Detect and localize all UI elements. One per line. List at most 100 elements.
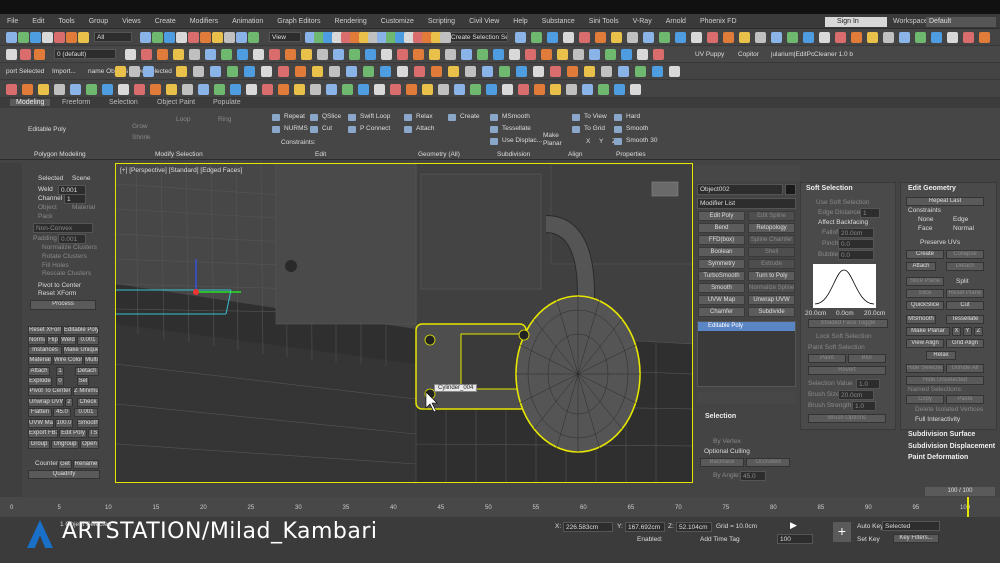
transform-tool-icon[interactable] bbox=[188, 32, 199, 43]
relax-button[interactable]: Relax bbox=[404, 113, 433, 121]
menu-v-ray[interactable]: V-Ray bbox=[626, 18, 659, 25]
blur-button[interactable]: Blur bbox=[848, 354, 886, 363]
mesh-tool-icon[interactable] bbox=[533, 66, 544, 77]
plugin-tool-icon[interactable] bbox=[541, 49, 552, 60]
export-selected-button[interactable]: port Selected bbox=[6, 68, 44, 75]
make-planar-button[interactable]: Make Planar bbox=[543, 132, 565, 148]
plugin-tool-icon[interactable] bbox=[221, 49, 232, 60]
detach-button[interactable]: Detach bbox=[946, 262, 984, 271]
affect-backfacing-checkbox[interactable]: Affect Backfacing bbox=[818, 219, 868, 226]
scene-radio[interactable]: Scene bbox=[72, 175, 90, 182]
object-name-field[interactable]: Object002 bbox=[697, 184, 783, 195]
material-radio[interactable]: Material bbox=[72, 204, 95, 211]
tool-button-reset-xform[interactable]: Reset XForm bbox=[28, 326, 62, 335]
modifier-symmetry-button[interactable]: Symmetry bbox=[698, 259, 745, 269]
render-tool-icon[interactable] bbox=[931, 32, 942, 43]
plugin-tool-icon[interactable] bbox=[141, 49, 152, 60]
jularium-button[interactable]: jularium|EditPc bbox=[771, 51, 814, 58]
tool-button-group[interactable]: Group bbox=[28, 440, 50, 449]
relax-button[interactable]: Relax bbox=[926, 351, 956, 360]
stack-item-editable-poly[interactable]: Editable Poly bbox=[698, 322, 795, 331]
phoenix-tool-icon[interactable] bbox=[374, 84, 385, 95]
planar-x-button[interactable]: X bbox=[952, 327, 961, 336]
by-angle-checkbox[interactable]: By Angle: bbox=[713, 472, 740, 479]
uv-puppy-button[interactable]: UV Puppy bbox=[695, 51, 724, 58]
transform-tool-icon[interactable] bbox=[152, 32, 163, 43]
mesh-tool-icon[interactable] bbox=[465, 66, 476, 77]
modifier-ffd-box--button[interactable]: FFD(box) bbox=[698, 235, 745, 245]
pack-mode-dropdown[interactable]: Non-Convex bbox=[33, 223, 93, 233]
menu-create[interactable]: Create bbox=[148, 18, 183, 25]
tool-button-2[interactable]: 2 bbox=[65, 398, 73, 407]
render-tool-icon[interactable] bbox=[611, 32, 622, 43]
modifier-smooth-button[interactable]: Smooth bbox=[698, 283, 745, 293]
phoenix-tool-icon[interactable] bbox=[518, 84, 529, 95]
render-tool-icon[interactable] bbox=[739, 32, 750, 43]
modifier-normalize-spline-button[interactable]: Normalize Spline bbox=[748, 283, 795, 293]
workspace-select[interactable]: Default bbox=[926, 17, 996, 27]
render-tool-icon[interactable] bbox=[963, 32, 974, 43]
tool-button-ts[interactable]: TS bbox=[88, 429, 99, 438]
sign-in-button[interactable]: Sign In bbox=[825, 17, 887, 27]
reference-coord-dropdown[interactable]: View bbox=[269, 32, 301, 42]
render-tool-icon[interactable] bbox=[819, 32, 830, 43]
plugin-tool-icon[interactable] bbox=[189, 49, 200, 60]
grow-button[interactable]: Grow bbox=[132, 123, 148, 130]
script-tool-icon[interactable] bbox=[143, 66, 154, 77]
modify-selection-group[interactable]: Modify Selection bbox=[155, 151, 203, 158]
main-tool-icon[interactable] bbox=[54, 32, 65, 43]
plugin-tool-icon[interactable] bbox=[637, 49, 648, 60]
menu-civil-view[interactable]: Civil View bbox=[462, 18, 506, 25]
render-tool-icon[interactable] bbox=[707, 32, 718, 43]
phoenix-tool-icon[interactable] bbox=[566, 84, 577, 95]
mesh-tool-icon[interactable] bbox=[397, 66, 408, 77]
timeline[interactable] bbox=[0, 497, 1000, 517]
modifier-extrude-button[interactable]: Extrude bbox=[748, 259, 795, 269]
main-tool-icon[interactable] bbox=[6, 32, 17, 43]
brush-options-button[interactable]: Brush Options bbox=[808, 414, 886, 423]
tool-button-edit-poly[interactable]: Edit Poly bbox=[59, 429, 87, 438]
repeat-button[interactable]: Repeat bbox=[272, 113, 305, 121]
phoenix-tool-icon[interactable] bbox=[486, 84, 497, 95]
transform-tool-icon[interactable] bbox=[164, 32, 175, 43]
mesh-tool-icon[interactable] bbox=[210, 66, 221, 77]
tool-button-weld[interactable]: Weld bbox=[60, 336, 76, 345]
current-frame-field[interactable]: 100 bbox=[777, 534, 813, 544]
quickslice-button[interactable]: QuickSlice bbox=[906, 301, 944, 310]
plugin-tool-icon[interactable] bbox=[525, 49, 536, 60]
modifier-turn-to-poly-button[interactable]: Turn to Poly bbox=[748, 271, 795, 281]
render-tool-icon[interactable] bbox=[979, 32, 990, 43]
z-coord-field[interactable]: 52.104cm bbox=[676, 522, 712, 532]
align-x-button[interactable]: X bbox=[586, 138, 590, 145]
modifier-boolean-button[interactable]: Boolean bbox=[698, 247, 745, 257]
transform-tool-icon[interactable] bbox=[140, 32, 151, 43]
get-button[interactable]: Get bbox=[58, 460, 72, 469]
playback-controls[interactable]: ▶ bbox=[740, 520, 830, 532]
mesh-tool-icon[interactable] bbox=[363, 66, 374, 77]
padding-field[interactable]: 0.001 bbox=[58, 234, 86, 244]
tool-button-pivot-to-center[interactable]: Pivot To Center bbox=[28, 387, 72, 396]
viewport-label[interactable]: [+] [Perspective] [Standard] [Edged Face… bbox=[120, 167, 242, 174]
full-interactivity-checkbox[interactable]: Full Interactivity bbox=[915, 416, 960, 423]
object-color-swatch[interactable] bbox=[785, 184, 796, 195]
mesh-tool-icon[interactable] bbox=[635, 66, 646, 77]
edit-geometry-header[interactable]: Edit Geometry bbox=[908, 185, 956, 192]
selected-radio[interactable]: Selected bbox=[38, 175, 63, 182]
script-tool-icon[interactable] bbox=[129, 66, 140, 77]
mesh-tool-icon[interactable] bbox=[516, 66, 527, 77]
plugin-tool-icon[interactable] bbox=[429, 49, 440, 60]
plugin-tool-icon[interactable] bbox=[573, 49, 584, 60]
render-tool-icon[interactable] bbox=[755, 32, 766, 43]
render-tool-icon[interactable] bbox=[643, 32, 654, 43]
plugin-tool-icon[interactable] bbox=[333, 49, 344, 60]
phoenix-tool-icon[interactable] bbox=[630, 84, 641, 95]
constraint-edge-radio[interactable]: Edge bbox=[953, 216, 968, 223]
subdivision-surface-rollout[interactable]: Subdivision Surface bbox=[908, 431, 975, 438]
plugin-tool-icon[interactable] bbox=[557, 49, 568, 60]
phoenix-tool-icon[interactable] bbox=[502, 84, 513, 95]
attach-button[interactable]: Attach bbox=[906, 262, 936, 271]
preserve-uvs-checkbox[interactable]: Preserve UVs bbox=[920, 239, 960, 246]
tool-button-ungroup[interactable]: Ungroup bbox=[51, 440, 79, 449]
tab-object-paint[interactable]: Object Paint bbox=[157, 99, 195, 106]
hard-button[interactable]: Hard bbox=[614, 113, 640, 121]
